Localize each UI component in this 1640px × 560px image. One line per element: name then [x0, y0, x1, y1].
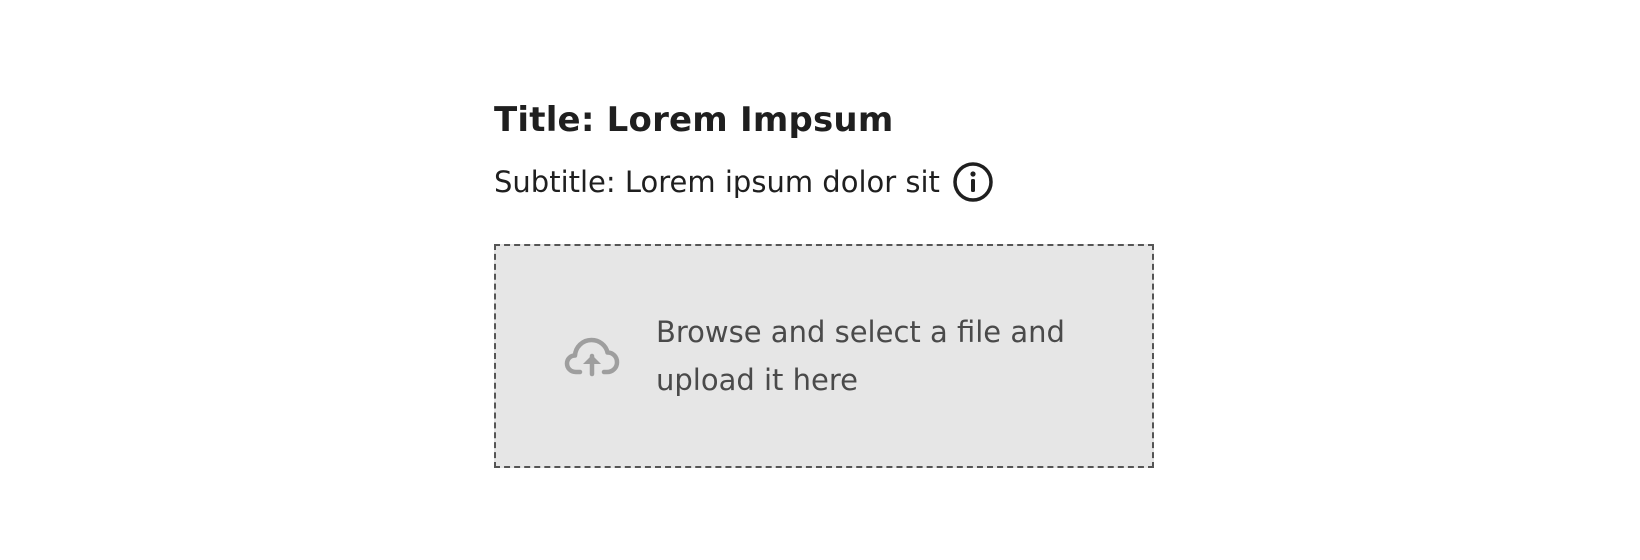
info-icon[interactable]	[952, 161, 994, 203]
subtitle-row: Subtitle: Lorem ipsum dolor sit	[494, 158, 1154, 206]
upload-panel: Title: Lorem Impsum Subtitle: Lorem ipsu…	[494, 96, 1154, 468]
page-title: Title: Lorem Impsum	[494, 100, 894, 140]
cloud-upload-icon	[564, 334, 620, 378]
dropzone-text: Browse and select a file and upload it h…	[656, 315, 1065, 397]
page-subtitle: Subtitle: Lorem ipsum dolor sit	[494, 165, 940, 199]
file-dropzone[interactable]: Browse and select a file and upload it h…	[494, 244, 1154, 468]
